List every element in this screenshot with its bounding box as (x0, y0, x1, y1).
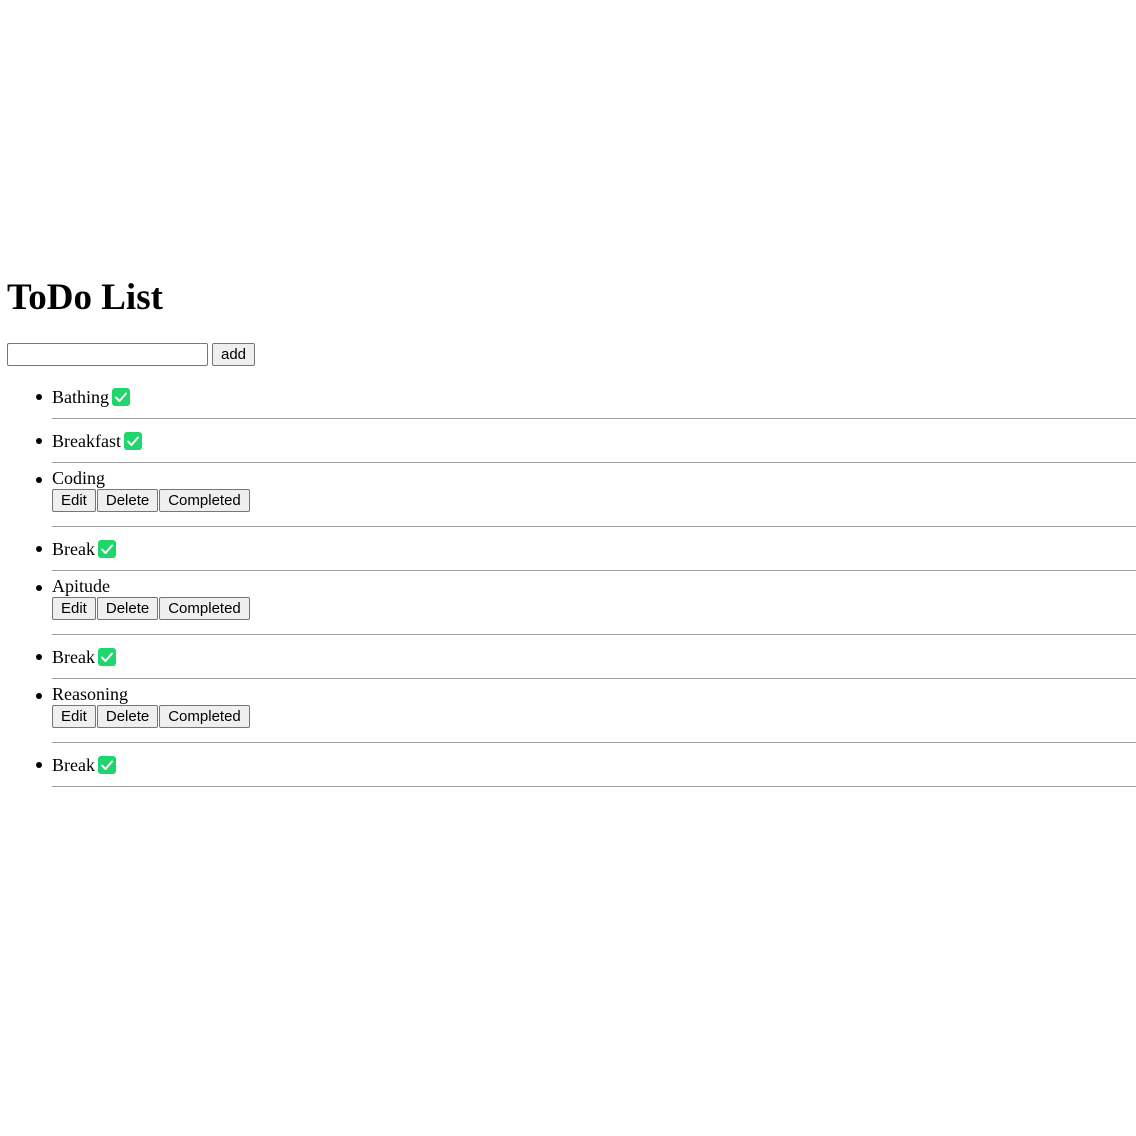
todo-item: Apitude Edit Delete Completed (36, 571, 1136, 635)
edit-button[interactable]: Edit (52, 489, 96, 512)
list-bullet (36, 477, 42, 483)
list-bullet (36, 546, 42, 552)
todo-item: Breakfast (36, 419, 1136, 463)
check-icon (97, 648, 116, 666)
edit-button[interactable]: Edit (52, 705, 96, 728)
delete-button[interactable]: Delete (96, 489, 159, 512)
check-icon (112, 388, 130, 406)
list-bullet (36, 394, 42, 400)
todo-item: Break (36, 635, 1136, 679)
todo-input[interactable] (7, 342, 208, 366)
check-icon (97, 540, 116, 558)
todo-item: Break (36, 527, 1136, 571)
todo-text: Bathing (52, 387, 109, 407)
todo-app: ToDo List add Bathing Breakfast Coding E… (0, 0, 1136, 1136)
todo-text: Breakfast (52, 431, 121, 451)
list-bullet (36, 654, 42, 660)
todo-text: Break (52, 647, 95, 667)
todo-item: Break (36, 743, 1136, 787)
page-title: ToDo List (7, 277, 163, 318)
check-icon (123, 432, 142, 450)
delete-button[interactable]: Delete (96, 597, 159, 620)
add-button[interactable]: add (212, 342, 256, 366)
todo-text: Break (52, 539, 95, 559)
list-bullet (36, 438, 42, 444)
completed-button[interactable]: Completed (159, 705, 250, 728)
todo-list: Bathing Breakfast Coding Edit Delete Com… (0, 375, 1136, 787)
todo-actions: Edit Delete Completed (52, 597, 251, 620)
todo-text: Break (52, 755, 95, 775)
todo-item: Reasoning Edit Delete Completed (36, 679, 1136, 743)
delete-button[interactable]: Delete (96, 705, 159, 728)
todo-text: Apitude (52, 576, 110, 596)
list-bullet (36, 585, 42, 591)
check-icon (97, 756, 116, 774)
todo-actions: Edit Delete Completed (52, 705, 251, 728)
todo-item: Coding Edit Delete Completed (36, 463, 1136, 527)
completed-button[interactable]: Completed (159, 597, 250, 620)
completed-button[interactable]: Completed (159, 489, 250, 512)
todo-item: Bathing (36, 375, 1136, 419)
todo-actions: Edit Delete Completed (52, 489, 251, 512)
todo-text: Reasoning (52, 684, 128, 704)
list-bullet (36, 693, 42, 699)
todo-text: Coding (52, 468, 106, 488)
edit-button[interactable]: Edit (52, 597, 96, 620)
list-bullet (36, 762, 42, 768)
add-todo-form: add (7, 342, 256, 366)
